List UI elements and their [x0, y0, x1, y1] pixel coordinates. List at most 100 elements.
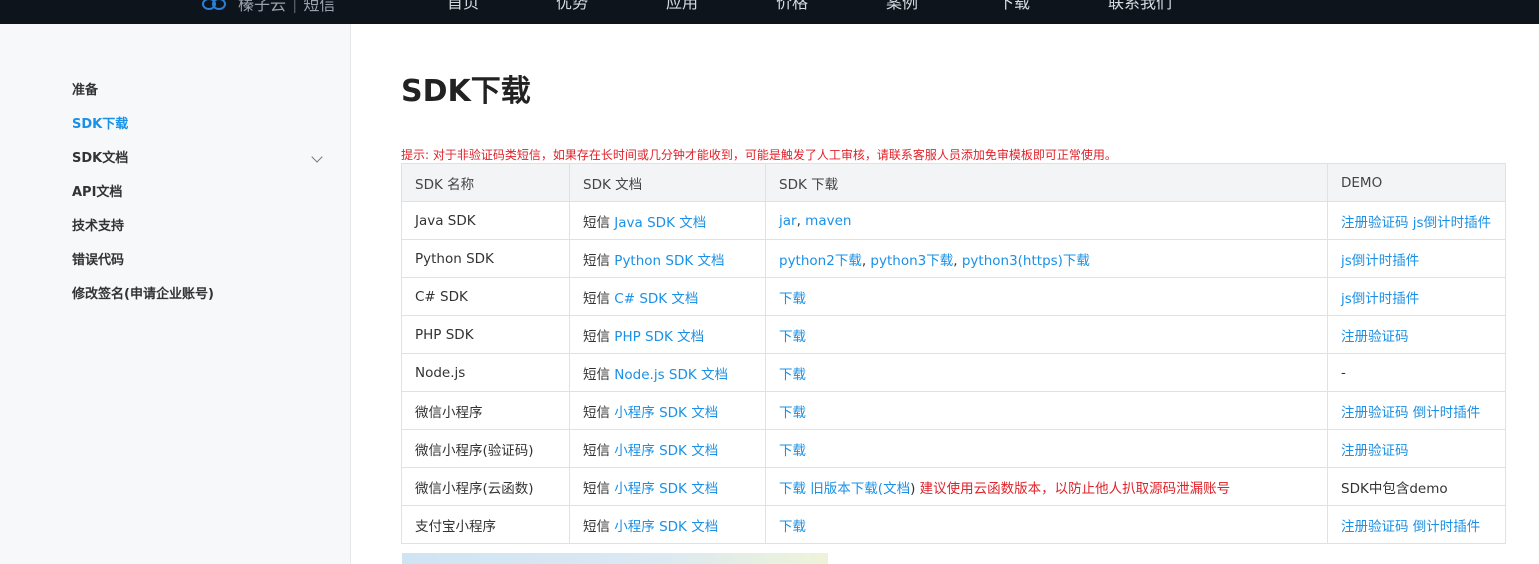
demo-link[interactable]: 注册验证码 [1341, 215, 1409, 231]
doc-prefix: 短信 [583, 214, 610, 231]
header-sdk-download: SDK 下载 [765, 163, 1328, 202]
sdk-download-cell: 下载 [765, 353, 1328, 392]
download-link[interactable]: python2下载 [779, 253, 862, 269]
sdk-download-cell: 下载 [765, 391, 1328, 430]
sdk-name-cell: Java SDK [401, 201, 570, 240]
table-row: C# SDK 短信 C# SDK 文档 下载 js倒计时插件 [401, 277, 1506, 316]
demo-link[interactable]: 注册验证码 [1341, 405, 1409, 421]
header-sdk-name: SDK 名称 [401, 163, 570, 202]
table-row: PHP SDK 短信 PHP SDK 文档 下载 注册验证码 [401, 315, 1506, 354]
sidebar-item-change-signature[interactable]: 修改签名(申请企业账号) [72, 286, 214, 304]
sidebar-item-sdk-download[interactable]: SDK下载 [72, 116, 128, 134]
doc-prefix: 短信 [583, 252, 610, 269]
doc-prefix: 短信 [583, 290, 610, 307]
doc-prefix: 短信 [583, 328, 610, 345]
preview-image [402, 553, 828, 564]
demo-link[interactable]: 倒计时插件 [1413, 405, 1481, 421]
brand-logo[interactable]: 榛子云 | 短信 [200, 0, 335, 15]
header-sdk-doc: SDK 文档 [569, 163, 766, 202]
download-link[interactable]: python3下载 [870, 253, 953, 269]
sdk-name-cell: 支付宝小程序 [401, 505, 570, 544]
sidebar-item-tech-support[interactable]: 技术支持 [72, 218, 124, 236]
download-link[interactable]: python3(https)下载 [962, 253, 1090, 269]
brand-divider: | [292, 0, 298, 13]
download-link[interactable]: 旧版本下载(文档 [810, 481, 910, 497]
download-link[interactable]: 下载 [779, 519, 806, 535]
demo-link[interactable]: js倒计时插件 [1413, 215, 1491, 231]
page-title: SDK下载 [401, 74, 531, 109]
sidebar-item-sdk-docs[interactable]: SDK文档 [72, 150, 128, 168]
doc-link[interactable]: 小程序 SDK 文档 [614, 443, 718, 459]
table-row: 微信小程序 短信 小程序 SDK 文档 下载 注册验证码 倒计时插件 [401, 391, 1506, 430]
demo-link[interactable]: 注册验证码 [1341, 519, 1409, 535]
doc-link[interactable]: 小程序 SDK 文档 [614, 405, 718, 421]
demo-cell: 注册验证码 js倒计时插件 [1327, 201, 1506, 240]
demo-cell: - [1327, 353, 1506, 392]
table-row: 支付宝小程序 短信 小程序 SDK 文档 下载 注册验证码 倒计时插件 [401, 505, 1506, 544]
doc-link[interactable]: 小程序 SDK 文档 [614, 481, 718, 497]
doc-link[interactable]: Java SDK 文档 [614, 215, 706, 231]
download-link[interactable]: maven [805, 213, 851, 229]
chevron-down-icon[interactable] [311, 151, 323, 163]
nav-applications[interactable]: 应用 [666, 0, 698, 15]
separator-text: ) [910, 480, 920, 497]
download-link[interactable]: 下载 [779, 481, 806, 497]
doc-link[interactable]: Python SDK 文档 [614, 253, 724, 269]
notice-body: 对于非验证码类短信，如果存在长时间或几分钟才能收到，可能是触发了人工审核，请联系… [432, 148, 1117, 162]
sdk-name-cell: Node.js [401, 353, 570, 392]
sdk-download-cell: jar, maven [765, 201, 1328, 240]
cloud-logo-icon [200, 0, 230, 10]
sidebar-item-api-docs[interactable]: API文档 [72, 184, 122, 202]
sdk-doc-cell: 短信 PHP SDK 文档 [569, 315, 766, 354]
download-link[interactable]: 下载 [779, 329, 806, 345]
demo-link[interactable]: js倒计时插件 [1341, 291, 1419, 307]
demo-cell: js倒计时插件 [1327, 277, 1506, 316]
demo-cell: SDK中包含demo [1327, 467, 1506, 506]
sdk-doc-cell: 短信 小程序 SDK 文档 [569, 467, 766, 506]
demo-cell: 注册验证码 倒计时插件 [1327, 391, 1506, 430]
demo-link[interactable]: js倒计时插件 [1341, 253, 1419, 269]
top-navbar: 榛子云 | 短信 首页 优势 应用 价格 案例 下载 联系我们 [0, 0, 1539, 24]
sdk-name-cell: PHP SDK [401, 315, 570, 354]
demo-text: - [1341, 364, 1346, 381]
nav-contact[interactable]: 联系我们 [1108, 0, 1172, 15]
doc-link[interactable]: PHP SDK 文档 [614, 329, 704, 345]
nav-advantages[interactable]: 优势 [556, 0, 588, 15]
download-link[interactable]: 下载 [779, 405, 806, 421]
notice-text: 提示: 对于非验证码类短信，如果存在长时间或几分钟才能收到，可能是触发了人工审核… [401, 146, 1117, 163]
demo-link[interactable]: 倒计时插件 [1413, 519, 1481, 535]
download-link[interactable]: 下载 [779, 367, 806, 383]
nav-download[interactable]: 下载 [998, 0, 1030, 15]
sdk-download-cell: python2下载, python3下载, python3(https)下载 [765, 239, 1328, 278]
download-note: 建议使用云函数版本，以防止他人扒取源码泄漏账号 [919, 480, 1231, 497]
table-row: 微信小程序(验证码) 短信 小程序 SDK 文档 下载 注册验证码 [401, 429, 1506, 468]
sidebar-item-prepare[interactable]: 准备 [72, 82, 98, 100]
demo-link[interactable]: 注册验证码 [1341, 329, 1409, 345]
demo-cell: 注册验证码 倒计时插件 [1327, 505, 1506, 544]
doc-link[interactable]: 小程序 SDK 文档 [614, 519, 718, 535]
download-link[interactable]: jar [779, 213, 797, 229]
doc-prefix: 短信 [583, 366, 610, 383]
nav-pricing[interactable]: 价格 [776, 0, 808, 15]
separator-text: , [953, 252, 962, 269]
sdk-table: SDK 名称 SDK 文档 SDK 下载 DEMO Java SDK 短信 Jav… [401, 163, 1506, 544]
sdk-name-cell: Python SDK [401, 239, 570, 278]
nav-home[interactable]: 首页 [447, 0, 479, 15]
demo-cell: 注册验证码 [1327, 315, 1506, 354]
demo-link[interactable]: 注册验证码 [1341, 443, 1409, 459]
sidebar: 准备 SDK下载 SDK文档 API文档 技术支持 错误代码 修改签名(申请企业… [0, 24, 351, 564]
download-link[interactable]: 下载 [779, 443, 806, 459]
doc-link[interactable]: Node.js SDK 文档 [614, 367, 728, 383]
sdk-doc-cell: 短信 小程序 SDK 文档 [569, 429, 766, 468]
doc-link[interactable]: C# SDK 文档 [614, 291, 698, 307]
sdk-download-cell: 下载 [765, 315, 1328, 354]
sdk-doc-cell: 短信 Python SDK 文档 [569, 239, 766, 278]
download-link[interactable]: 下载 [779, 291, 806, 307]
sidebar-item-error-codes[interactable]: 错误代码 [72, 252, 124, 270]
demo-cell: js倒计时插件 [1327, 239, 1506, 278]
header-demo: DEMO [1327, 163, 1506, 202]
nav-cases[interactable]: 案例 [886, 0, 918, 15]
sdk-table-body: Java SDK 短信 Java SDK 文档 jar, maven 注册验证码 js… [401, 201, 1506, 544]
separator-text: , [796, 212, 806, 229]
sdk-doc-cell: 短信 Node.js SDK 文档 [569, 353, 766, 392]
